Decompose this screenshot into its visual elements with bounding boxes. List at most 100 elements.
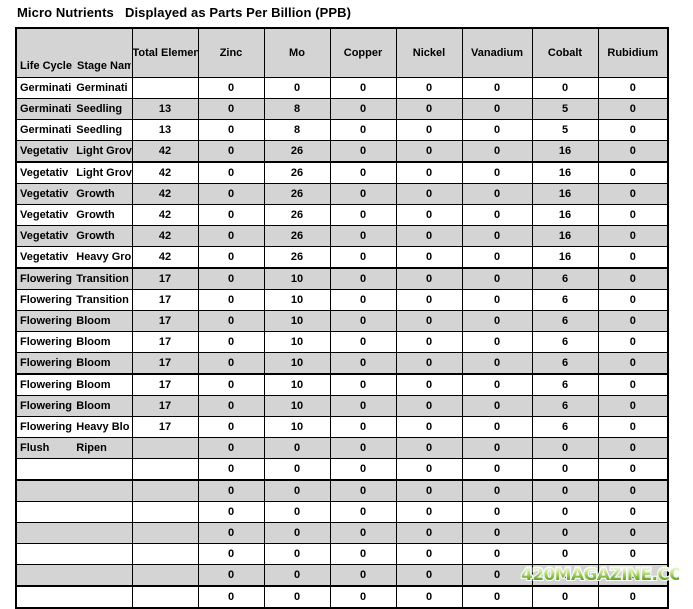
- cell-lifecycle-stage[interactable]: Germinati Germinati: [15, 77, 133, 99]
- cell-zinc[interactable]: 0: [197, 204, 265, 226]
- cell-copper[interactable]: 0: [329, 119, 397, 141]
- cell-nickel[interactable]: 0: [395, 204, 463, 226]
- column-header-zinc[interactable]: Zinc: [197, 27, 265, 78]
- cell-lifecycle-stage[interactable]: [15, 458, 133, 481]
- cell-nickel[interactable]: 0: [395, 501, 463, 523]
- table-row[interactable]: 0000000: [15, 479, 669, 502]
- table-row[interactable]: Flowering Bloom 17 0 10 0 0 0 6 0: [15, 331, 669, 353]
- cell-cobalt[interactable]: 0: [531, 77, 599, 99]
- cell-vanadium[interactable]: 0: [461, 352, 533, 375]
- cell-total[interactable]: [131, 458, 199, 481]
- cell-lifecycle-stage[interactable]: [15, 501, 133, 523]
- cell-zinc[interactable]: 0: [197, 140, 265, 163]
- cell-rubidium[interactable]: 0: [597, 310, 669, 332]
- table-row[interactable]: Flowering Bloom 17 0 10 0 0 0 6 0: [15, 310, 669, 332]
- cell-zinc[interactable]: 0: [197, 225, 265, 247]
- cell-vanadium[interactable]: 0: [461, 140, 533, 163]
- column-header-rubidium[interactable]: Rubidium: [597, 27, 669, 78]
- table-row[interactable]: 0000000: [15, 585, 669, 609]
- cell-lifecycle-stage[interactable]: [15, 564, 133, 587]
- cell-copper[interactable]: 0: [329, 501, 397, 523]
- table-row[interactable]: Germinati Germinati 0 0 0 0 0 0 0: [15, 77, 669, 99]
- cell-copper[interactable]: 0: [329, 267, 397, 290]
- cell-zinc[interactable]: 0: [197, 501, 265, 523]
- cell-lifecycle-stage[interactable]: Flowering Bloom: [15, 373, 133, 396]
- cell-mo[interactable]: 10: [263, 352, 331, 375]
- cell-rubidium[interactable]: 0: [597, 204, 669, 226]
- cell-nickel[interactable]: 0: [395, 246, 463, 269]
- cell-copper[interactable]: 0: [329, 458, 397, 481]
- cell-rubidium[interactable]: 0: [597, 437, 669, 459]
- cell-mo[interactable]: 26: [263, 183, 331, 205]
- cell-rubidium[interactable]: 0: [597, 98, 669, 120]
- cell-cobalt[interactable]: 6: [531, 310, 599, 332]
- cell-total[interactable]: 17: [131, 416, 199, 438]
- cell-total[interactable]: 17: [131, 310, 199, 332]
- cell-mo[interactable]: 0: [263, 437, 331, 459]
- cell-mo[interactable]: 8: [263, 98, 331, 120]
- cell-lifecycle-stage[interactable]: Flowering Bloom: [15, 310, 133, 332]
- cell-zinc[interactable]: 0: [197, 437, 265, 459]
- cell-rubidium[interactable]: 0: [597, 119, 669, 141]
- cell-cobalt[interactable]: 16: [531, 204, 599, 226]
- cell-zinc[interactable]: 0: [197, 289, 265, 311]
- cell-total[interactable]: 17: [131, 395, 199, 417]
- cell-rubidium[interactable]: 0: [597, 225, 669, 247]
- cell-total[interactable]: [131, 479, 199, 502]
- cell-vanadium[interactable]: 0: [461, 522, 533, 544]
- table-row[interactable]: Flowering Bloom 17 0 10 0 0 0 6 0: [15, 395, 669, 417]
- cell-copper[interactable]: 0: [329, 395, 397, 417]
- table-row[interactable]: 0000000: [15, 501, 669, 523]
- cell-rubidium[interactable]: 0: [597, 183, 669, 205]
- cell-cobalt[interactable]: 0: [531, 543, 599, 565]
- cell-cobalt[interactable]: 16: [531, 225, 599, 247]
- column-header-cobalt[interactable]: Cobalt: [531, 27, 599, 78]
- cell-copper[interactable]: 0: [329, 522, 397, 544]
- table-row[interactable]: Flush Ripen 0 0 0 0 0 0 0: [15, 437, 669, 459]
- cell-copper[interactable]: 0: [329, 352, 397, 375]
- cell-total[interactable]: 17: [131, 289, 199, 311]
- cell-total[interactable]: [131, 77, 199, 99]
- cell-copper[interactable]: 0: [329, 246, 397, 269]
- cell-total[interactable]: 42: [131, 204, 199, 226]
- cell-mo[interactable]: 10: [263, 416, 331, 438]
- table-row[interactable]: Flowering Bloom 17 0 10 0 0 0 6 0: [15, 373, 669, 396]
- cell-nickel[interactable]: 0: [395, 331, 463, 353]
- cell-cobalt[interactable]: 6: [531, 289, 599, 311]
- cell-lifecycle-stage[interactable]: Vegetativ Light Grov: [15, 140, 133, 163]
- cell-rubidium[interactable]: 0: [597, 352, 669, 375]
- cell-copper[interactable]: 0: [329, 585, 397, 609]
- cell-total[interactable]: 17: [131, 373, 199, 396]
- cell-vanadium[interactable]: 0: [461, 310, 533, 332]
- cell-nickel[interactable]: 0: [395, 267, 463, 290]
- cell-lifecycle-stage[interactable]: [15, 543, 133, 565]
- table-row[interactable]: Flowering Bloom 17 0 10 0 0 0 6 0: [15, 352, 669, 375]
- cell-cobalt[interactable]: 0: [531, 458, 599, 481]
- cell-copper[interactable]: 0: [329, 310, 397, 332]
- cell-total[interactable]: [131, 543, 199, 565]
- cell-mo[interactable]: 0: [263, 564, 331, 587]
- cell-rubidium[interactable]: 0: [597, 267, 669, 290]
- table-row[interactable]: 0000000: [15, 522, 669, 544]
- cell-cobalt[interactable]: 5: [531, 119, 599, 141]
- table-row[interactable]: Flowering Transition 17 0 10 0 0 0 6 0: [15, 289, 669, 311]
- cell-mo[interactable]: 0: [263, 501, 331, 523]
- cell-cobalt[interactable]: 16: [531, 161, 599, 184]
- cell-zinc[interactable]: 0: [197, 373, 265, 396]
- cell-nickel[interactable]: 0: [395, 183, 463, 205]
- cell-vanadium[interactable]: 0: [461, 458, 533, 481]
- cell-lifecycle-stage[interactable]: [15, 585, 133, 609]
- column-header-vanadium[interactable]: Vanadium: [461, 27, 533, 78]
- cell-lifecycle-stage[interactable]: Flowering Bloom: [15, 352, 133, 375]
- cell-vanadium[interactable]: 0: [461, 77, 533, 99]
- cell-lifecycle-stage[interactable]: Flowering Transition: [15, 289, 133, 311]
- cell-cobalt[interactable]: 5: [531, 98, 599, 120]
- cell-vanadium[interactable]: 0: [461, 267, 533, 290]
- cell-nickel[interactable]: 0: [395, 119, 463, 141]
- cell-nickel[interactable]: 0: [395, 395, 463, 417]
- cell-zinc[interactable]: 0: [197, 161, 265, 184]
- cell-mo[interactable]: 26: [263, 140, 331, 163]
- cell-vanadium[interactable]: 0: [461, 225, 533, 247]
- cell-zinc[interactable]: 0: [197, 395, 265, 417]
- cell-cobalt[interactable]: 16: [531, 183, 599, 205]
